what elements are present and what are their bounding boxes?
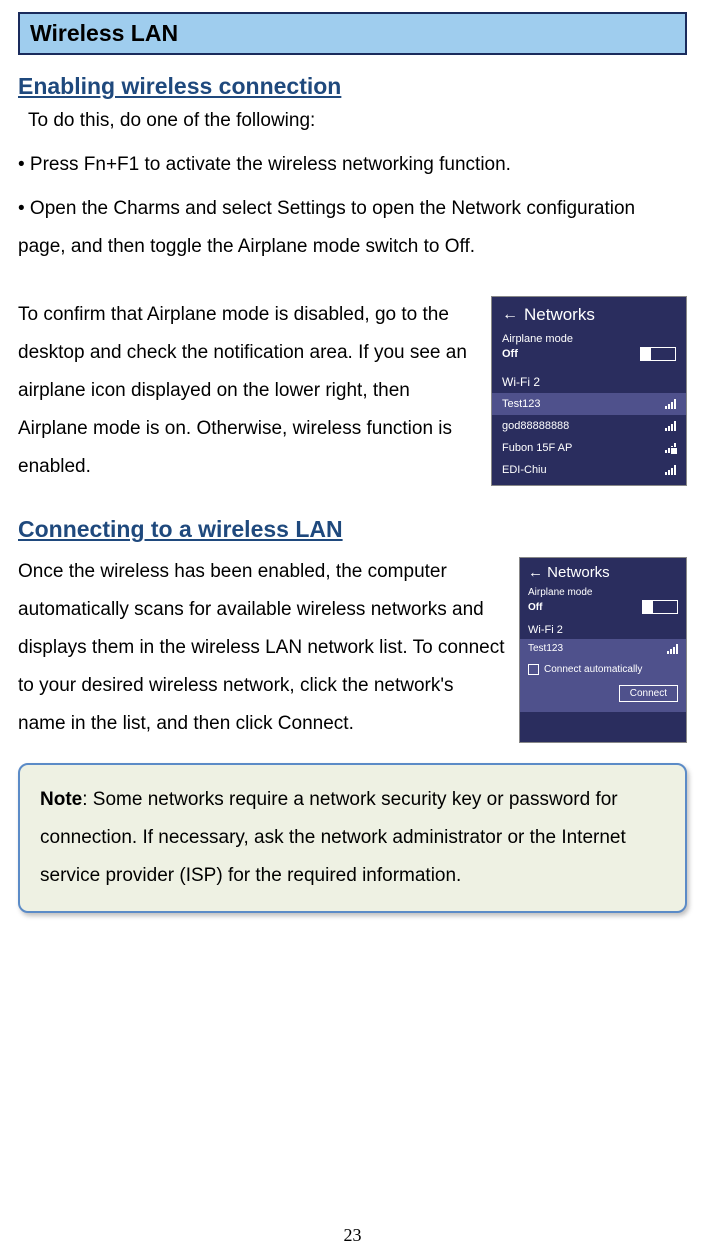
connect-auto-row[interactable]: Connect automatically bbox=[528, 664, 678, 675]
network-name: EDI-Chiu bbox=[502, 464, 547, 476]
airplane-label-2: Airplane mode bbox=[528, 587, 678, 598]
networks-panel-connect: ← Networks Airplane mode Off Wi-Fi 2 Tes… bbox=[519, 557, 687, 743]
networks-title: Networks bbox=[524, 305, 595, 325]
connect-area: Connect automatically Connect bbox=[520, 658, 686, 712]
back-arrow-icon[interactable]: ← bbox=[502, 306, 518, 324]
wifi-section-label: Wi-Fi 2 bbox=[492, 367, 686, 393]
airplane-toggle-2[interactable] bbox=[642, 600, 678, 614]
signal-icon bbox=[665, 465, 676, 475]
signal-icon bbox=[667, 644, 678, 654]
bullet-2: • Open the Charms and select Settings to… bbox=[18, 190, 687, 266]
network-name: Test123 bbox=[502, 398, 541, 410]
note-box: Note: Some networks require a network se… bbox=[18, 763, 687, 913]
connect-auto-label: Connect automatically bbox=[544, 664, 642, 675]
back-arrow-icon[interactable]: ← bbox=[528, 564, 543, 581]
checkbox-icon[interactable] bbox=[528, 664, 539, 675]
bullet-1: • Press Fn+F1 to activate the wireless n… bbox=[18, 146, 687, 184]
airplane-mode-section-2: Airplane mode Off bbox=[520, 585, 686, 618]
airplane-toggle[interactable] bbox=[640, 347, 676, 361]
networks-title-2: Networks bbox=[547, 564, 610, 581]
subheading-enabling: Enabling wireless connection bbox=[18, 73, 687, 100]
signal-icon bbox=[665, 421, 676, 431]
network-name: Test123 bbox=[528, 643, 563, 654]
signal-locked-icon bbox=[665, 443, 676, 453]
airplane-state-2: Off bbox=[528, 602, 542, 613]
network-name: god88888888 bbox=[502, 420, 569, 432]
subheading-connecting: Connecting to a wireless LAN bbox=[18, 516, 687, 543]
signal-icon bbox=[665, 399, 676, 409]
airplane-mode-section: Airplane mode Off bbox=[492, 331, 686, 367]
network-item-selected[interactable]: Test123 bbox=[520, 639, 686, 658]
connect-button[interactable]: Connect bbox=[619, 685, 678, 702]
network-item[interactable]: EDI-Chiu bbox=[492, 459, 686, 481]
network-item[interactable]: Fubon 15F AP bbox=[492, 437, 686, 459]
networks-header: ← Networks bbox=[492, 297, 686, 331]
connecting-paragraph: Once the wireless has been enabled, the … bbox=[18, 553, 505, 743]
note-body: : Some networks require a network securi… bbox=[40, 789, 626, 886]
network-item[interactable]: god88888888 bbox=[492, 415, 686, 437]
networks-panel-list: ← Networks Airplane mode Off Wi-Fi 2 Tes… bbox=[491, 296, 687, 486]
network-item[interactable]: Test123 bbox=[492, 393, 686, 415]
airplane-state: Off bbox=[502, 348, 518, 360]
network-name: Fubon 15F AP bbox=[502, 442, 572, 454]
confirm-paragraph: To confirm that Airplane mode is disable… bbox=[18, 296, 477, 486]
section-title: Wireless LAN bbox=[30, 20, 178, 46]
intro-text: To do this, do one of the following: bbox=[28, 110, 687, 132]
airplane-label: Airplane mode bbox=[502, 333, 676, 345]
section-banner: Wireless LAN bbox=[18, 12, 687, 55]
page-number: 23 bbox=[0, 1225, 705, 1246]
note-label: Note bbox=[40, 789, 82, 810]
wifi-section-label-2: Wi-Fi 2 bbox=[520, 618, 686, 639]
networks-header-2: ← Networks bbox=[520, 558, 686, 585]
